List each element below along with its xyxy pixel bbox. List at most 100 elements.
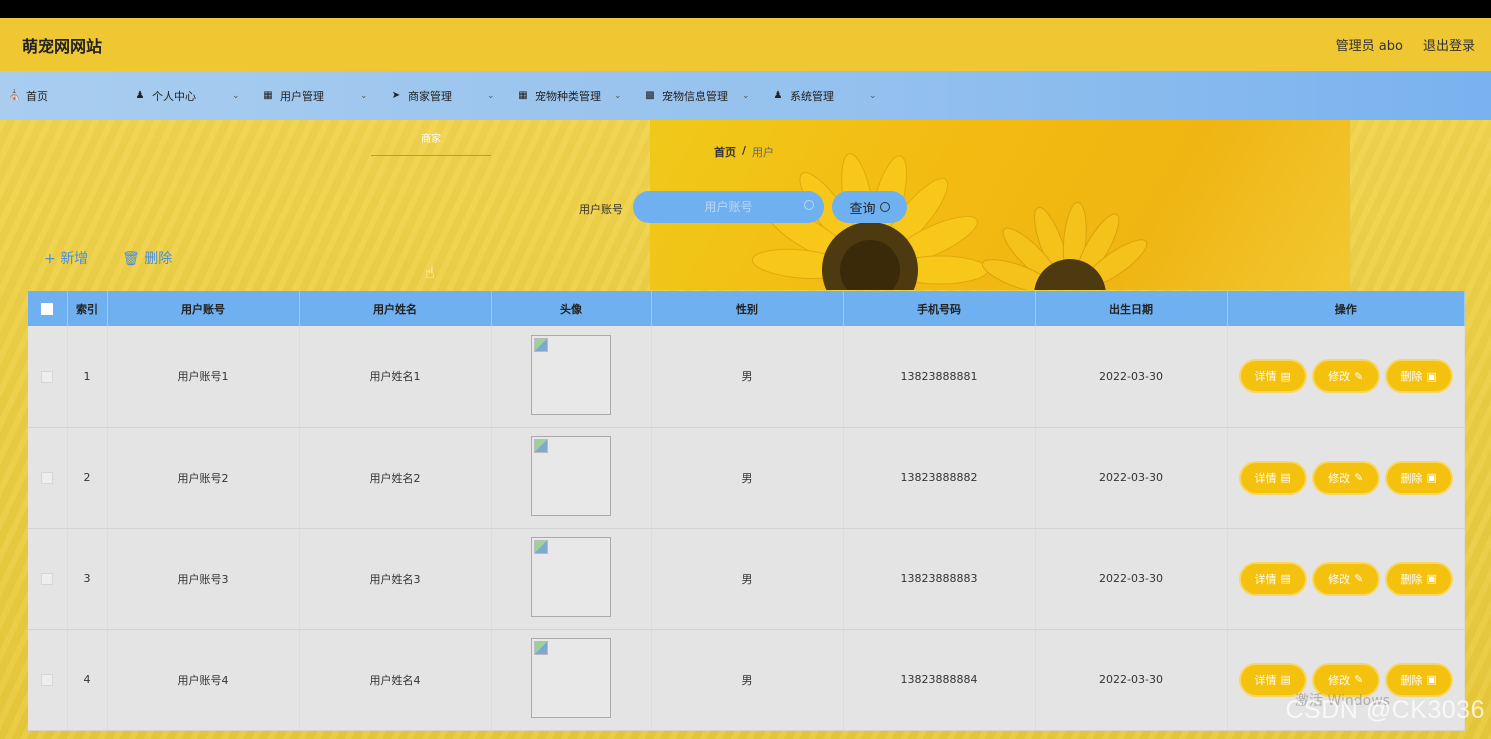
cell-ops: 详情 ▤ 修改 ✎ 删除 ▣ — [1227, 326, 1465, 428]
chevron-down-icon[interactable]: ⌄ — [742, 71, 750, 120]
delete-label: 删除 — [1400, 370, 1423, 384]
trash-icon: 🗑 — [122, 251, 140, 267]
col-header: 性别 — [651, 291, 844, 326]
add-button[interactable]: + 新增 — [44, 248, 88, 268]
query-button-label: 查询 — [849, 201, 876, 217]
query-button[interactable]: 查询 — [832, 191, 907, 223]
col-header: 头像 — [491, 291, 652, 326]
cell-account: 用户账号4 — [107, 629, 300, 731]
breadcrumb-separator: / — [742, 144, 747, 157]
merchant-dropdown[interactable]: 商家 — [371, 130, 491, 156]
chevron-down-icon[interactable]: ⌄ — [232, 71, 240, 120]
cell-account: 用户账号2 — [107, 427, 300, 529]
delete-button[interactable]: 删除 ▣ — [1386, 462, 1451, 493]
nav-label: 用户管理 — [280, 89, 324, 103]
nav-item-merchants[interactable]: ➤ 商家管理 — [390, 71, 452, 120]
batch-delete-button[interactable]: 🗑 删除 — [122, 248, 172, 268]
plus-icon: + — [44, 251, 56, 267]
nav-label: 系统管理 — [790, 89, 834, 103]
cell-index: 4 — [67, 629, 108, 731]
table-row: 4 用户账号4 用户姓名4 男 13823888884 2022-03-30 详… — [28, 629, 1465, 731]
trash-icon: ▣ — [1426, 369, 1437, 383]
cell-name: 用户姓名2 — [299, 427, 492, 529]
admin-user-label[interactable]: 管理员 abo — [1336, 35, 1403, 54]
chevron-down-icon[interactable]: ⌄ — [360, 71, 368, 120]
cell-avatar — [491, 326, 652, 428]
table-row: 3 用户账号3 用户姓名3 男 13823888883 2022-03-30 详… — [28, 528, 1465, 630]
cell-birth: 2022-03-30 — [1035, 326, 1228, 428]
app-header: 萌宠网网站 管理员 abo 退出登录 — [0, 18, 1491, 71]
select-all-checkbox[interactable] — [41, 303, 54, 315]
document-icon: ▤ — [1280, 471, 1291, 484]
delete-button[interactable]: 删除 ▣ — [1386, 563, 1451, 594]
row-select-cell[interactable] — [28, 326, 68, 428]
nav-item-system[interactable]: ♟ 系统管理 — [772, 71, 834, 120]
row-checkbox[interactable] — [41, 573, 54, 585]
nav-item-pet-info[interactable]: ▩ 宠物信息管理 — [644, 71, 728, 120]
nav-item-users[interactable]: ▦ 用户管理 — [262, 71, 324, 120]
chevron-down-icon[interactable]: ⌄ — [614, 71, 622, 120]
nav-label: 个人中心 — [152, 89, 196, 103]
row-checkbox[interactable] — [41, 472, 54, 484]
table-row: 1 用户账号1 用户姓名1 男 13823888881 2022-03-30 详… — [28, 326, 1465, 428]
avatar — [531, 436, 611, 516]
logout-link[interactable]: 退出登录 — [1423, 35, 1475, 54]
cell-avatar — [491, 629, 652, 731]
cell-gender: 男 — [651, 528, 844, 630]
user-table: 索引 用户账号 用户姓名 头像 性别 手机号码 出生日期 操作 1 用户账号1 … — [28, 291, 1465, 731]
delete-button[interactable]: 删除 ▣ — [1386, 361, 1451, 392]
nav-item-pet-categories[interactable]: ▦ 宠物种类管理 — [517, 71, 601, 120]
delete-button[interactable]: 删除 ▣ — [1386, 664, 1451, 695]
edit-label: 修改 — [1328, 572, 1351, 586]
row-select-cell[interactable] — [28, 427, 68, 529]
cell-gender: 男 — [651, 427, 844, 529]
site-title: 萌宠网网站 — [22, 36, 103, 56]
nav-item-home[interactable]: ⛪ 首页 — [8, 71, 48, 120]
row-select-cell[interactable] — [28, 528, 68, 630]
cell-ops: 详情 ▤ 修改 ✎ 删除 ▣ — [1227, 427, 1465, 529]
cell-account: 用户账号1 — [107, 326, 300, 428]
trash-icon: ▣ — [1426, 471, 1437, 484]
cell-index: 3 — [67, 528, 108, 630]
detail-label: 详情 — [1254, 572, 1277, 586]
send-icon: ➤ — [391, 90, 401, 101]
detail-button[interactable]: 详情 ▤ — [1240, 361, 1305, 392]
detail-button[interactable]: 详情 ▤ — [1240, 563, 1305, 594]
search-input[interactable] — [653, 200, 804, 214]
breadcrumb: 首页 / 用户 — [714, 144, 774, 160]
cell-avatar — [491, 528, 652, 630]
cell-ops: 详情 ▤ 修改 ✎ 删除 ▣ — [1227, 528, 1465, 630]
row-checkbox[interactable] — [41, 370, 54, 383]
col-header: 索引 — [67, 291, 108, 326]
edit-button[interactable]: 修改 ✎ — [1313, 462, 1378, 493]
pencil-icon: ✎ — [1354, 572, 1364, 585]
cell-avatar — [491, 427, 652, 529]
cell-index: 1 — [67, 326, 108, 428]
row-checkbox[interactable] — [41, 674, 54, 686]
grid-icon: ▦ — [518, 90, 528, 101]
document-icon: ▤ — [1280, 369, 1291, 383]
search-icon — [879, 202, 890, 212]
edit-button[interactable]: 修改 ✎ — [1313, 361, 1378, 392]
row-select-cell[interactable] — [28, 629, 68, 731]
dropdown-item-merchant[interactable]: 商家 — [421, 134, 441, 145]
nav-item-personal[interactable]: ♟ 个人中心 — [134, 71, 196, 120]
trash-icon: ▣ — [1426, 673, 1437, 686]
edit-label: 修改 — [1328, 370, 1351, 384]
edit-button[interactable]: 修改 ✎ — [1313, 563, 1378, 594]
delete-label: 删除 — [1400, 673, 1423, 687]
cell-name: 用户姓名1 — [299, 326, 492, 428]
chevron-down-icon[interactable]: ⌄ — [487, 71, 495, 120]
delete-label: 删除 — [1400, 572, 1423, 586]
search-field[interactable] — [633, 191, 824, 223]
col-header: 用户账号 — [107, 291, 300, 326]
select-all-cell[interactable] — [28, 291, 68, 326]
breadcrumb-home[interactable]: 首页 — [714, 144, 736, 160]
chevron-down-icon[interactable]: ⌄ — [869, 71, 877, 120]
user-icon: ♟ — [773, 90, 783, 101]
main-content: 商家 首页 / 用户 用户账号 查询 + 新增 🗑 删除 ☝ 索引 用户账号 用… — [0, 120, 1491, 739]
cell-phone: 13823888881 — [843, 326, 1036, 428]
breadcrumb-current: 用户 — [752, 146, 775, 159]
delete-label: 删除 — [1400, 471, 1423, 485]
detail-button[interactable]: 详情 ▤ — [1240, 462, 1305, 493]
